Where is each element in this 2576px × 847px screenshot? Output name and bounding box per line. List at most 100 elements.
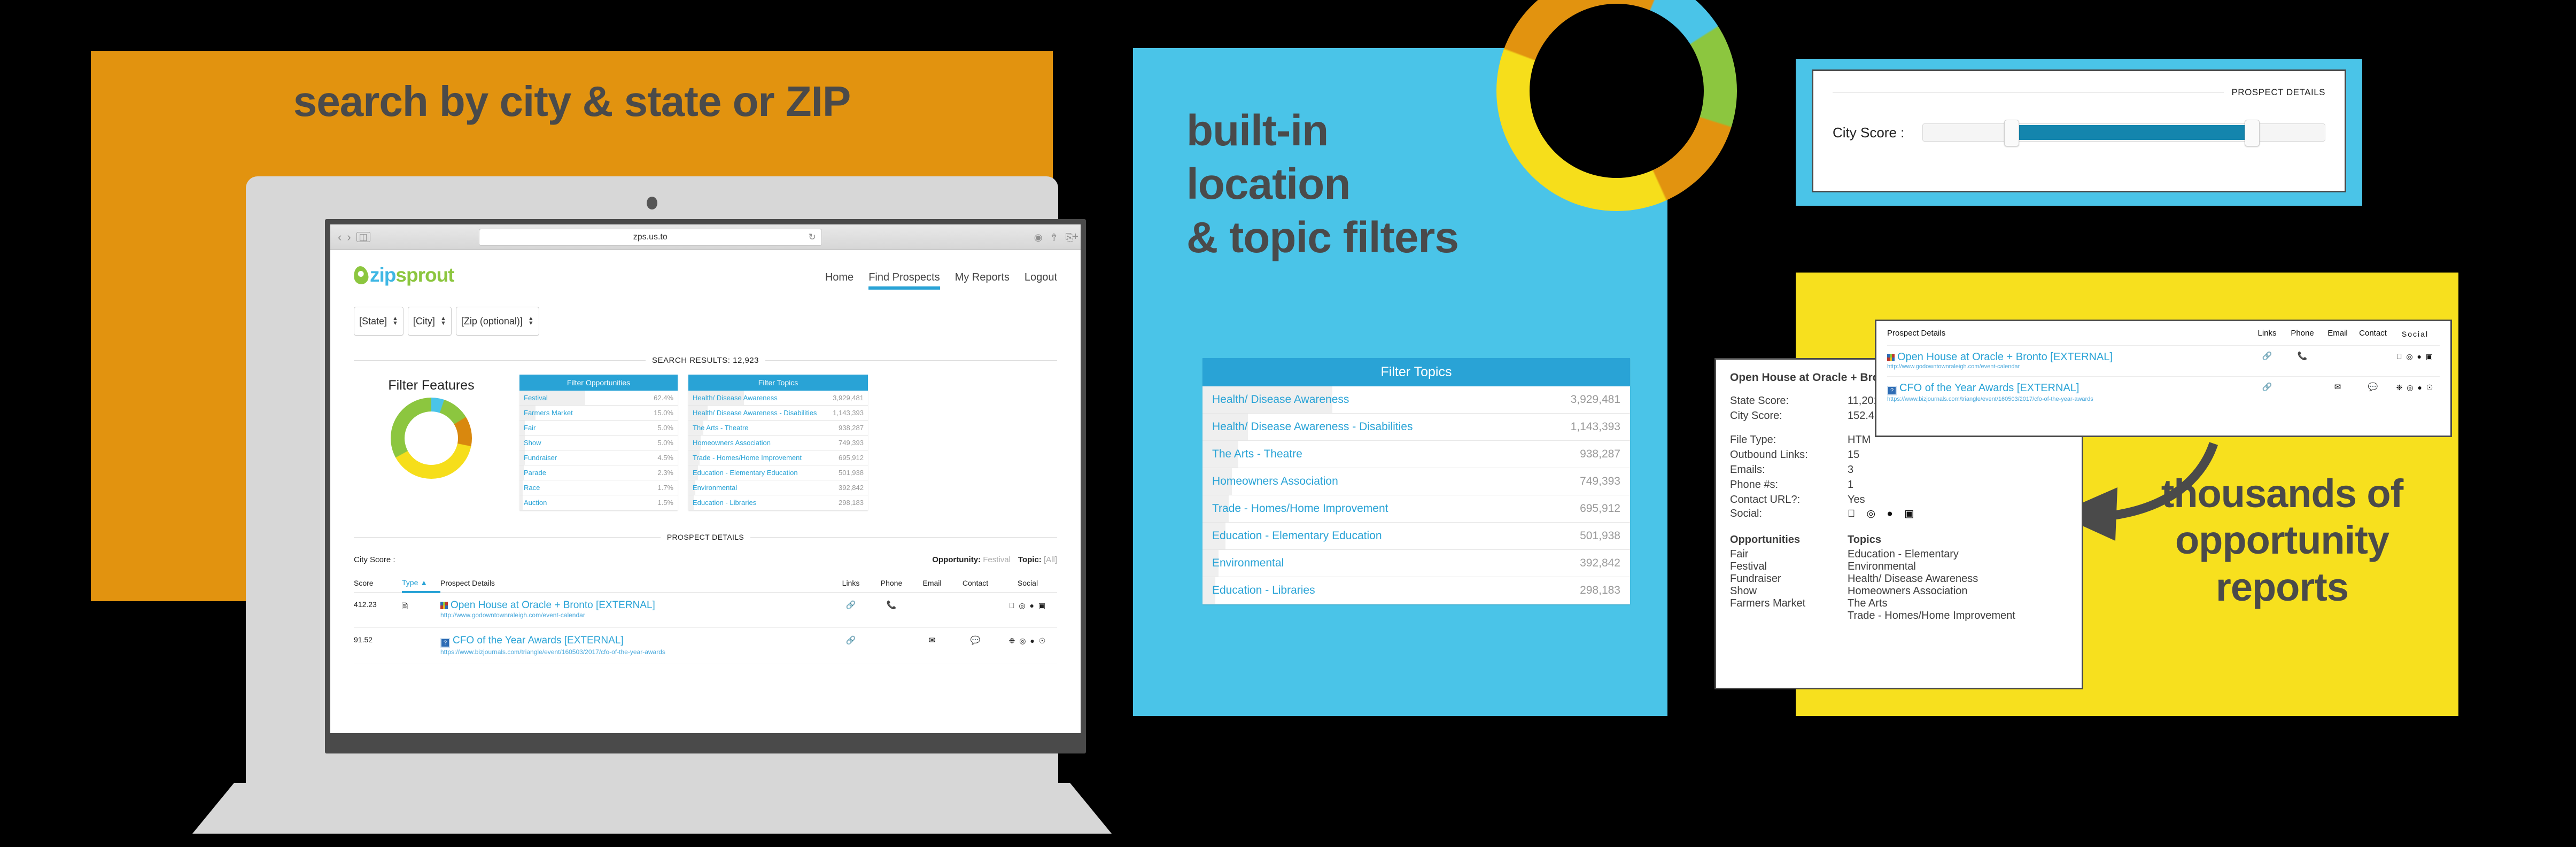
filter-row-label[interactable]: Farmers Market <box>519 405 626 421</box>
filter-row-label[interactable]: Fundraiser <box>519 450 626 465</box>
table-row[interactable]: Education - Libraries 298,183 <box>1202 577 1630 604</box>
table-row[interactable]: Health/ Disease Awareness - Disabilities… <box>688 405 868 421</box>
filter-row-label[interactable]: Race <box>519 480 626 495</box>
slider-handle-left[interactable] <box>2004 120 2020 146</box>
col-email[interactable]: Email <box>912 578 952 593</box>
col-score[interactable]: Score <box>354 578 402 593</box>
facebook-icon[interactable]:  <box>2396 352 2403 361</box>
table-row[interactable]: 91.52 ? CFO of the Year Awards [EXTERNAL]… <box>354 627 1057 664</box>
prospect-url[interactable]: https://www.bizjournals.com/triangle/eve… <box>1887 395 2096 403</box>
table-row[interactable]: Fair 5.0% <box>519 420 678 436</box>
filter-row-label[interactable]: Festival <box>519 391 626 406</box>
table-row[interactable]: Race 1.7% <box>519 480 678 495</box>
snapchat-icon[interactable]: ● <box>2417 383 2423 392</box>
filter-row-label[interactable]: Education - Libraries <box>1202 577 1528 604</box>
reload-icon[interactable]: ↻ <box>808 232 816 243</box>
filter-row-label[interactable]: The Arts - Theatre <box>688 420 827 436</box>
filter-row-label[interactable]: Environmental <box>688 480 827 495</box>
phone-icon[interactable]: 📞 <box>887 601 897 610</box>
table-row[interactable]: Auction 1.5% <box>519 495 678 510</box>
table-row[interactable]: Homeowners Association 749,393 <box>1202 468 1630 495</box>
link-icon[interactable]: 🔗 <box>2249 351 2285 371</box>
pinterest-icon[interactable]: ☉ <box>1039 636 1047 645</box>
filter-row-label[interactable]: Trade - Homes/Home Improvement <box>1202 495 1528 523</box>
prospect-url[interactable]: http://www.godowntownraleigh.com/event-c… <box>440 611 670 619</box>
col-links[interactable]: Links <box>831 578 871 593</box>
share-icon[interactable]: ⇮ <box>1050 232 1058 242</box>
instagram-icon[interactable]: ◎ <box>2406 352 2414 361</box>
list-item[interactable]: Open House at Oracle + Bronto [EXTERNAL]… <box>1887 345 2440 376</box>
table-row[interactable]: Education - Elementary Education 501,938 <box>1202 522 1630 550</box>
table-row[interactable]: Trade - Homes/Home Improvement 695,912 <box>688 450 868 465</box>
empty[interactable] <box>2285 382 2320 403</box>
nav-item-home[interactable]: Home <box>825 271 854 290</box>
table-row[interactable]: Health/ Disease Awareness 3,929,481 <box>1202 386 1630 414</box>
float-col-social[interactable]: Social <box>2391 329 2440 340</box>
empty[interactable] <box>2320 351 2355 371</box>
prospect-title[interactable]: ? CFO of the Year Awards [EXTERNAL] <box>440 635 831 648</box>
select-city[interactable]: [City] ▲ ▼ <box>407 307 452 336</box>
table-row[interactable]: Education - Libraries 298,183 <box>688 495 868 510</box>
snapchat-icon[interactable]: ● <box>1030 636 1035 645</box>
table-row[interactable]: Festival 62.4% <box>519 391 678 406</box>
select-zip[interactable]: [Zip (optional)] ▲ ▼ <box>455 307 539 336</box>
topic-value[interactable]: [All] <box>1044 555 1057 564</box>
forward-icon[interactable]: › <box>347 231 351 243</box>
twitter-icon[interactable]: ❉ <box>1009 636 1017 645</box>
filter-row-label[interactable]: Trade - Homes/Home Improvement <box>688 450 827 465</box>
youtube-icon[interactable]: ▣ <box>1038 601 1046 610</box>
opportunity-value[interactable]: Festival <box>983 555 1011 564</box>
filter-row-label[interactable]: Health/ Disease Awareness <box>1202 386 1528 414</box>
empty[interactable] <box>2355 351 2391 371</box>
list-item[interactable]: ? CFO of the Year Awards [EXTERNAL] https… <box>1887 376 2440 409</box>
city-score-slider[interactable] <box>1922 120 2325 146</box>
filter-row-label[interactable]: Education - Elementary Education <box>688 465 827 480</box>
table-row[interactable]: Education - Elementary Education 501,938 <box>688 465 868 480</box>
table-row[interactable]: Fundraiser 4.5% <box>519 450 678 465</box>
filter-row-label[interactable]: Fair <box>519 420 626 436</box>
table-row[interactable]: Health/ Disease Awareness - Disabilities… <box>1202 413 1630 441</box>
phone-icon[interactable]: 📞 <box>2285 351 2320 371</box>
table-row[interactable]: Health/ Disease Awareness 3,929,481 <box>688 391 868 406</box>
float-col-phone[interactable]: Phone <box>2285 329 2320 340</box>
table-row[interactable]: Show 5.0% <box>519 435 678 450</box>
filter-row-label[interactable]: Show <box>519 435 626 450</box>
col-prospect-details[interactable]: Prospect Details <box>440 578 831 593</box>
pinterest-icon[interactable]: ☉ <box>2426 383 2434 392</box>
snapchat-icon[interactable]: ● <box>2417 352 2422 361</box>
slider-handle-right[interactable] <box>2245 120 2260 146</box>
table-row[interactable]: The Arts - Theatre 938,287 <box>1202 440 1630 468</box>
filter-row-label[interactable]: Health/ Disease Awareness - Disabilities <box>688 405 827 421</box>
nav-item-my-reports[interactable]: My Reports <box>955 271 1010 290</box>
speech-bubble-icon[interactable]: 💬 <box>2355 382 2391 403</box>
new-tab-icon[interactable]: + <box>1072 231 1078 243</box>
float-col-email[interactable]: Email <box>2320 329 2355 340</box>
filter-row-label[interactable]: Health/ Disease Awareness - Disabilities <box>1202 413 1528 441</box>
link-icon[interactable]: 🔗 <box>2249 382 2285 403</box>
table-row[interactable]: Trade - Homes/Home Improvement 695,912 <box>1202 495 1630 523</box>
youtube-icon[interactable]: ▣ <box>2426 352 2434 361</box>
select-state[interactable]: [State] ▲ ▼ <box>354 307 404 336</box>
nav-item-logout[interactable]: Logout <box>1025 271 1057 290</box>
filter-row-label[interactable]: Homeowners Association <box>688 435 827 450</box>
filter-row-label[interactable]: Homeowners Association <box>1202 468 1528 495</box>
envelope-icon[interactable]: ✉ <box>2320 382 2355 403</box>
prospect-url[interactable]: http://www.godowntownraleigh.com/event-c… <box>1887 363 2096 371</box>
zipsprout-logo[interactable]: zip sprout <box>352 264 455 286</box>
filter-row-label[interactable]: Health/ Disease Awareness <box>688 391 827 406</box>
table-row[interactable]: Farmers Market 15.0% <box>519 405 678 421</box>
col-type[interactable]: Type ▲ <box>402 578 440 593</box>
table-row[interactable]: Environmental 392,842 <box>1202 549 1630 577</box>
table-row[interactable]: Environmental 392,842 <box>688 480 868 495</box>
table-row[interactable]: The Arts - Theatre 938,287 <box>688 420 868 436</box>
speech-bubble-icon[interactable]: 💬 <box>971 636 981 645</box>
col-social[interactable]: Social <box>998 578 1057 593</box>
instagram-icon[interactable]: ◎ <box>1019 601 1026 610</box>
nav-item-find-prospects[interactable]: Find Prospects <box>868 271 940 290</box>
col-contact[interactable]: Contact <box>952 578 998 593</box>
filter-row-label[interactable]: Parade <box>519 465 626 480</box>
float-col-links[interactable]: Links <box>2249 329 2285 340</box>
filter-row-label[interactable]: Environmental <box>1202 549 1528 577</box>
twitter-icon[interactable]: ❉ <box>2396 383 2404 392</box>
table-row[interactable]: 412.23 🖹 Open House at Oracle + Bronto [… <box>354 592 1057 628</box>
